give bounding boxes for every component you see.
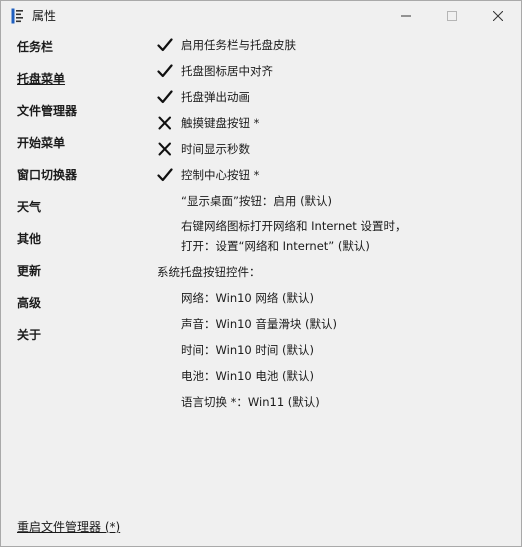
sidebar-item-update[interactable]: 更新 [6, 257, 134, 285]
tray-control-sound[interactable]: 声音：Win10 音量滑块 (默认) [181, 316, 337, 332]
title-bar[interactable]: 属性 [1, 1, 521, 31]
close-icon [493, 11, 503, 21]
option-label: 时间显示秒数 [181, 142, 250, 156]
option-label: 托盘图标居中对齐 [181, 64, 273, 78]
minimize-icon [401, 15, 411, 17]
option-tray-skin[interactable]: 启用任务栏与托盘皮肤 [151, 34, 511, 56]
settings-content: 启用任务栏与托盘皮肤 托盘图标居中对齐 托盘弹出动画 触摸键盘按钮 * 时间显示 [151, 31, 516, 471]
sidebar-item-start-menu[interactable]: 开始菜单 [6, 129, 134, 157]
sidebar-item-label: 高级 [17, 296, 42, 310]
checkmark-icon [157, 168, 173, 182]
cross-icon [158, 142, 171, 156]
maximize-icon [447, 11, 457, 21]
sidebar-item-file-manager[interactable]: 文件管理器 [6, 97, 134, 125]
sidebar-item-label: 其他 [17, 232, 42, 246]
tray-controls-heading: 系统托盘按钮控件： [157, 265, 261, 279]
sidebar-item-label: 天气 [17, 200, 42, 214]
tray-control-language[interactable]: 语言切换 *：Win11 (默认) [181, 394, 320, 410]
option-touch-keyboard-button[interactable]: 触摸键盘按钮 * [151, 112, 511, 134]
properties-window: 属性 任务栏 托盘菜单 文件管理器 开始菜单 窗口切换器 天气 其他 更新 高级… [0, 0, 522, 547]
show-desktop-setting[interactable]: “显示桌面”按钮：启用 (默认) [181, 193, 332, 209]
explorer-app-icon [11, 8, 23, 24]
option-clock-seconds[interactable]: 时间显示秒数 [151, 138, 511, 160]
network-right-click-setting-line2[interactable]: 打开：设置“网络和 Internet” (默认) [181, 238, 370, 254]
checkmark-icon [157, 64, 173, 78]
restart-file-manager-link[interactable]: 重启文件管理器 (*) [17, 519, 120, 535]
checkmark-icon [157, 90, 173, 104]
cross-icon [158, 116, 171, 130]
sidebar-item-advanced[interactable]: 高级 [6, 289, 134, 317]
tray-control-battery[interactable]: 电池：Win10 电池 (默认) [181, 368, 314, 384]
sidebar-item-about[interactable]: 关于 [6, 321, 134, 349]
option-center-tray-icons[interactable]: 托盘图标居中对齐 [151, 60, 511, 82]
checkmark-icon [157, 38, 173, 52]
sidebar-item-label: 托盘菜单 [17, 72, 66, 86]
maximize-button[interactable] [429, 1, 475, 31]
sidebar-item-label: 任务栏 [17, 40, 54, 54]
tray-control-network[interactable]: 网络：Win10 网络 (默认) [181, 290, 314, 306]
option-tray-popup-animation[interactable]: 托盘弹出动画 [151, 86, 511, 108]
tray-control-clock[interactable]: 时间：Win10 时间 (默认) [181, 342, 314, 358]
sidebar-item-weather[interactable]: 天气 [6, 193, 134, 221]
option-control-center-button[interactable]: 控制中心按钮 * [151, 164, 511, 186]
option-label: 启用任务栏与托盘皮肤 [181, 38, 296, 52]
sidebar-nav: 任务栏 托盘菜单 文件管理器 开始菜单 窗口切换器 天气 其他 更新 高级 关于 [1, 31, 141, 511]
sidebar-item-label: 更新 [17, 264, 42, 278]
sidebar-item-window-switcher[interactable]: 窗口切换器 [6, 161, 134, 189]
sidebar-item-tray-menu[interactable]: 托盘菜单 [6, 65, 134, 93]
option-label: 触摸键盘按钮 * [181, 116, 260, 130]
sidebar-item-label: 开始菜单 [17, 136, 66, 150]
option-label: 控制中心按钮 * [181, 168, 260, 182]
sidebar-item-label: 关于 [17, 328, 42, 342]
sidebar-item-other[interactable]: 其他 [6, 225, 134, 253]
window-title: 属性 [32, 9, 57, 23]
close-button[interactable] [475, 1, 521, 31]
sidebar-item-label: 窗口切换器 [17, 168, 78, 182]
sidebar-item-label: 文件管理器 [17, 104, 78, 118]
option-label: 托盘弹出动画 [181, 90, 250, 104]
network-right-click-setting-line1[interactable]: 右键网络图标打开网络和 Internet 设置时， [181, 218, 406, 234]
minimize-button[interactable] [383, 1, 429, 31]
sidebar-item-taskbar[interactable]: 任务栏 [6, 33, 134, 61]
